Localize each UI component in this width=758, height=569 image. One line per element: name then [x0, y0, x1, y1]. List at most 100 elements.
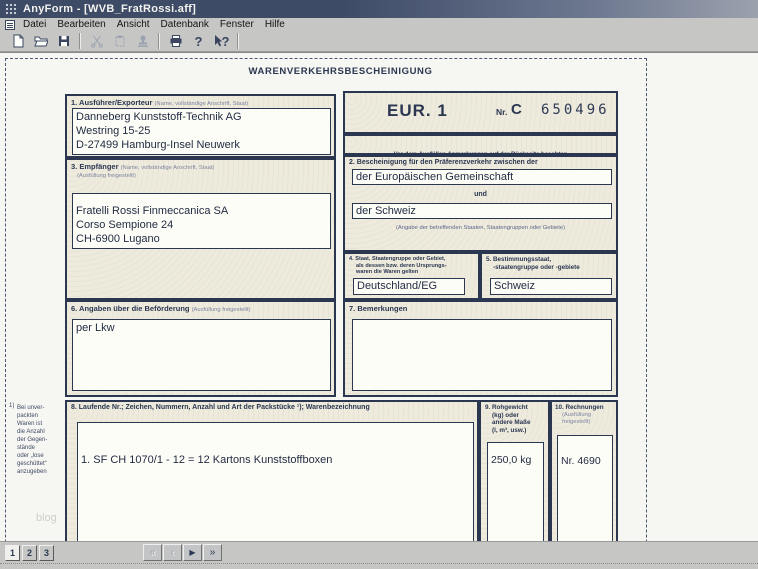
gross-weight-field[interactable]: 250,0 kg — [487, 442, 544, 541]
document-window-icon[interactable] — [5, 19, 15, 30]
box5-destination: 5. Bestimmungsstaat, -staatengruppe oder… — [480, 252, 618, 300]
remarks-field[interactable] — [352, 319, 612, 391]
box8-goods: 8. Laufende Nr.; Zeichen, Nummern, Anzah… — [65, 400, 479, 541]
menu-datei[interactable]: Datei — [23, 19, 46, 30]
stamp-button[interactable] — [132, 32, 153, 50]
title-bar[interactable]: AnyForm - [WVB_FratRossi.aff] — [0, 0, 758, 18]
exporter-field[interactable]: Danneberg Kunststoff-Technik AG Westring… — [72, 108, 331, 155]
open-button[interactable] — [30, 32, 51, 50]
consignee-field[interactable]: Fratelli Rossi Finmeccanica SA Corso Sem… — [72, 193, 331, 249]
conjunction-label: und — [474, 191, 487, 198]
box10-label-small: (Ausfüllung — [562, 411, 592, 418]
page-tab-1[interactable]: 1 — [5, 545, 20, 561]
box4-label-line: waren die Waren gelten — [356, 269, 419, 275]
next-record-icon: ▶ — [189, 547, 196, 557]
context-help-question-icon: ? — [221, 33, 230, 49]
menu-bar: Datei Bearbeiten Ansicht Datenbank Fenst… — [0, 18, 758, 31]
box2-label: 2. Bescheinigung für den Präferenzverkeh… — [349, 159, 538, 166]
box9-gross-weight: 9. Rohgewicht (kg) oder andere Maße (l, … — [479, 400, 550, 541]
box4-label-line: 4. Staat, Staatengruppe oder Gebiet, — [349, 256, 446, 262]
consignee-line: Corso Sempione 24 — [76, 219, 174, 231]
toolbar-separator — [158, 33, 160, 49]
box2-certificate: 2. Bescheinigung für den Präferenzverkeh… — [343, 155, 618, 252]
box10-label: 10. Rechnungen — [555, 404, 604, 411]
print-button[interactable] — [165, 32, 186, 50]
menu-hilfe[interactable]: Hilfe — [265, 19, 285, 30]
anyform-window: AnyForm - [WVB_FratRossi.aff] Datei Bear… — [0, 0, 758, 569]
paste-icon — [115, 35, 124, 47]
box10-invoices: 10. Rechnungen (Ausfüllung freigestellt)… — [550, 400, 618, 541]
context-help-button[interactable]: ? — [211, 32, 232, 50]
preference-party1-field[interactable]: der Europäischen Gemeinschaft — [352, 169, 612, 185]
last-record-icon: » — [209, 546, 216, 558]
box9-label-line: andere Maße — [492, 419, 531, 426]
new-document-icon — [13, 34, 23, 48]
paste-button[interactable] — [109, 32, 130, 50]
footnote: Bei unver-packten Waren ist die Anzahl de… — [17, 405, 48, 475]
stamp-icon — [137, 35, 148, 47]
origin-country-field[interactable]: Deutschland/EG — [353, 278, 465, 295]
destination-field[interactable]: Schweiz — [490, 278, 612, 295]
previous-record-icon: ‹ — [170, 546, 175, 558]
menu-fenster[interactable]: Fenster — [220, 19, 254, 30]
print-icon — [170, 35, 181, 47]
last-record-button[interactable]: » — [203, 544, 222, 561]
toolbar-separator — [79, 33, 81, 49]
cut-icon — [90, 35, 103, 48]
box9-label-line: 9. Rohgewicht — [485, 404, 528, 411]
box6-label: 6. Angaben über die Beförderung — [71, 304, 190, 313]
goods-field[interactable]: 1. SF CH 1070/1 - 12 = 12 Kartons Kunsts… — [77, 422, 474, 541]
box3-label-small2: (Ausfüllung freigestellt) — [77, 173, 136, 179]
window-title: AnyForm - [WVB_FratRossi.aff] — [23, 3, 197, 15]
box9-label-line: (l, m³, usw.) — [492, 426, 527, 434]
new-button[interactable] — [7, 32, 28, 50]
help-button[interactable]: ? — [188, 32, 209, 50]
previous-record-button[interactable]: ‹ — [163, 544, 182, 561]
box1-label-small: (Name, vollständige Anschrift, Staat) — [154, 101, 249, 107]
help-icon: ? — [194, 33, 203, 49]
box3-consignee: 3. Empfänger (Name, vollständige Anschri… — [65, 158, 336, 300]
exporter-line: Danneberg Kunststoff-Technik AG — [76, 111, 242, 123]
window-resize-edge[interactable] — [0, 563, 758, 569]
app-icon — [5, 3, 17, 15]
box5-label-line: 5. Bestimmungsstaat, — [486, 256, 552, 263]
serial-series: C — [511, 101, 522, 118]
menu-bearbeiten[interactable]: Bearbeiten — [57, 19, 105, 30]
transport-field[interactable]: per Lkw — [72, 319, 331, 391]
consignee-line: Fratelli Rossi Finmeccanica SA — [76, 205, 229, 217]
nr-label: Nr. — [496, 107, 508, 117]
consignee-line: CH-6900 Lugano — [76, 233, 160, 245]
next-record-button[interactable]: ▶ — [183, 544, 202, 561]
open-folder-icon — [33, 36, 48, 47]
preference-party2-field[interactable]: der Schweiz — [352, 203, 612, 219]
menu-datenbank[interactable]: Datenbank — [161, 19, 209, 30]
toolbar: ? ? — [0, 31, 758, 52]
document-area: WARENVERKEHRSBESCHEINIGUNG 1. Ausführer/… — [0, 52, 758, 541]
first-record-button[interactable]: « — [143, 544, 162, 561]
invoices-field[interactable]: Nr. 4690 — [557, 435, 613, 541]
exporter-line: D-27499 Hamburg-Insel Neuwerk — [76, 139, 240, 151]
first-record-icon: « — [149, 546, 156, 558]
form-title: WARENVERKEHRSBESCHEINIGUNG — [248, 66, 433, 77]
box1-label: 1. Ausführer/Exporteur — [71, 98, 153, 107]
exporter-line: Westring 15-25 — [76, 125, 151, 137]
eur1-title: EUR. 1 — [387, 101, 448, 120]
box1-exporter: 1. Ausführer/Exporteur (Name, vollständi… — [65, 94, 336, 158]
page-tab-3[interactable]: 3 — [39, 545, 54, 561]
box8-label: 8. Laufende Nr.; Zeichen, Nummern, Anzah… — [71, 404, 370, 411]
toolbar-separator — [237, 33, 239, 49]
note-strip: Vor dem Ausfüllen Anmerkungen auf der Rü… — [343, 134, 618, 158]
page-tab-2[interactable]: 2 — [22, 545, 37, 561]
save-button[interactable] — [53, 32, 74, 50]
menu-ansicht[interactable]: Ansicht — [117, 19, 150, 30]
box6-transport: 6. Angaben über die Beförderung (Ausfüll… — [65, 300, 336, 397]
footnote-marker: 1) — [9, 403, 15, 409]
page-bar: 1 2 3 « ‹ ▶ » — [0, 541, 758, 563]
box9-label-line: (kg) oder — [492, 411, 519, 419]
cut-button[interactable] — [86, 32, 107, 50]
box4-origin-country: 4. Staat, Staatengruppe oder Gebiet, als… — [343, 252, 480, 300]
save-icon — [58, 36, 69, 46]
box2-caption: (Angabe der betreffenden Staaten, Staate… — [395, 225, 566, 231]
box5-label-line: -staatengruppe oder -gebiete — [493, 263, 580, 271]
box7-remarks: 7. Bemerkungen — [343, 300, 618, 397]
